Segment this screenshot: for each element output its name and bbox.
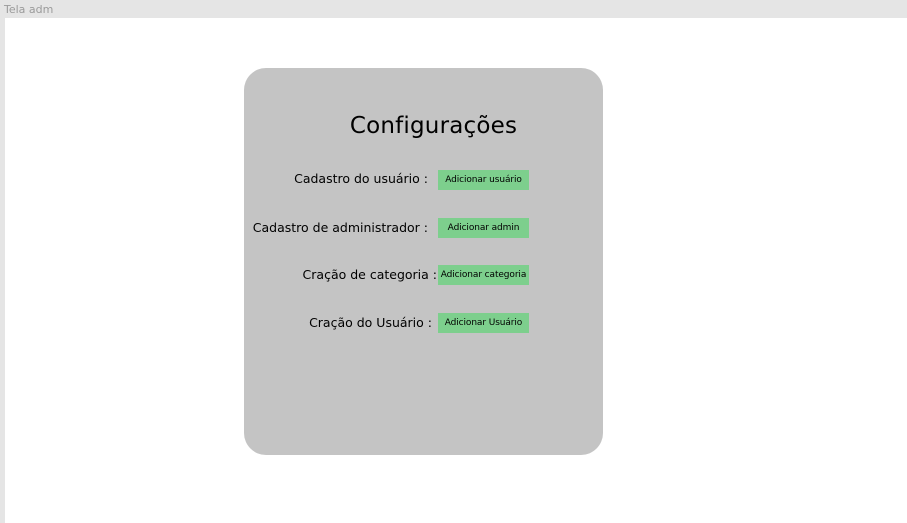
page-title: Configurações [349, 113, 518, 139]
add-admin-button[interactable]: Adicionar admin [438, 218, 529, 238]
admin-registration-label: Cadastro de administrador : [252, 220, 428, 235]
user-creation-label: Cração do Usuário : [309, 315, 432, 330]
category-creation-label: Cração de categoria : [302, 267, 437, 282]
user-registration-label: Cadastro do usuário : [294, 171, 428, 186]
frame-title: Tela adm [4, 3, 54, 16]
add-user-creation-button[interactable]: Adicionar Usuário [438, 313, 529, 333]
add-category-button[interactable]: Adicionar categoria [438, 265, 529, 285]
settings-card: Configurações [244, 68, 603, 455]
add-user-button[interactable]: Adicionar usuário [438, 170, 529, 190]
